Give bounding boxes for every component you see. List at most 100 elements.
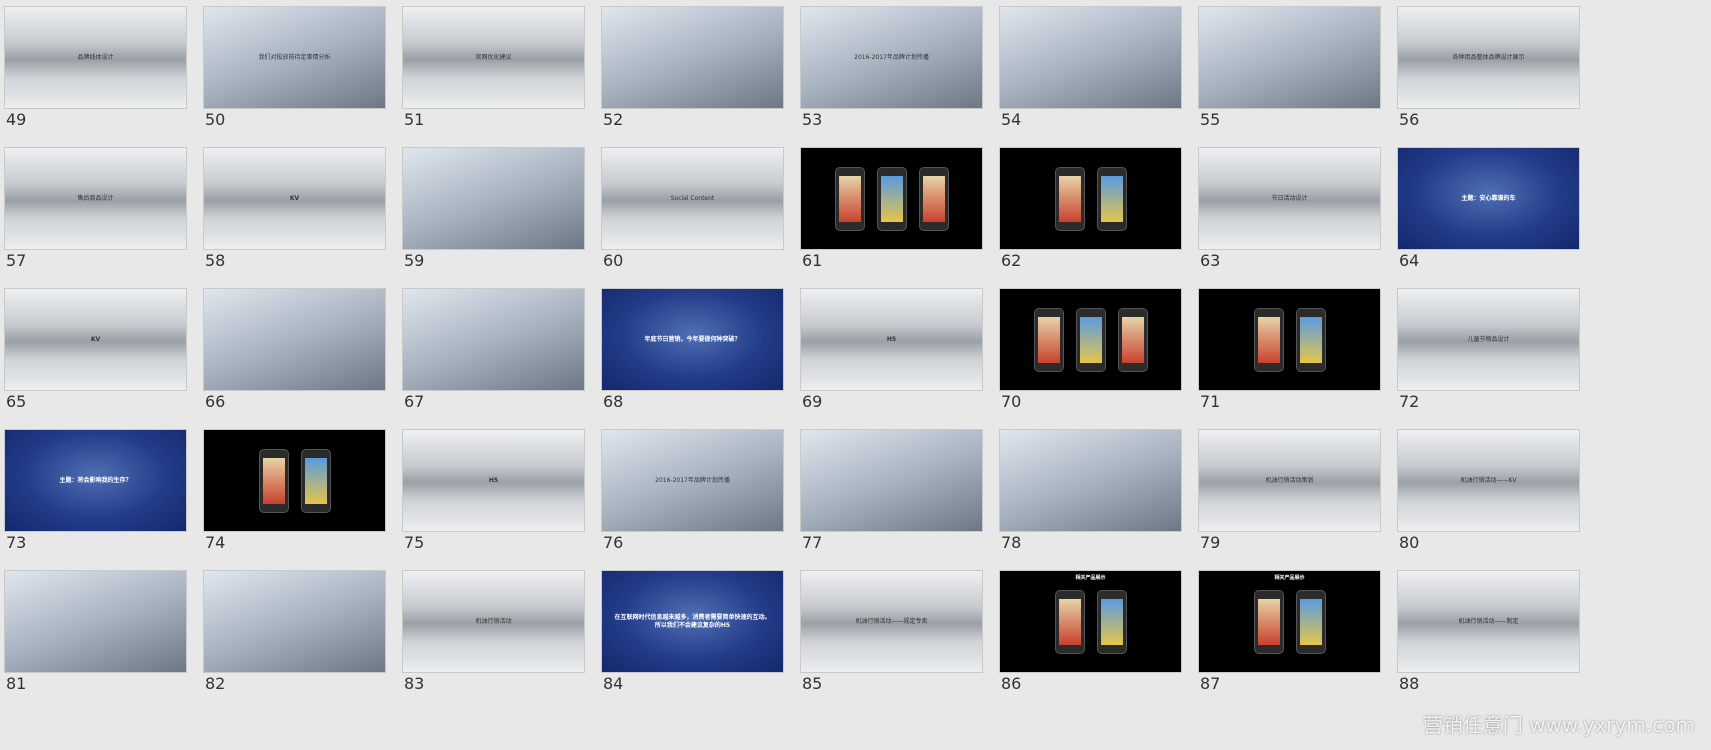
slide-preview[interactable]: H5 [801,289,982,390]
slide-preview[interactable] [1000,430,1181,531]
slide-preview[interactable]: 品牌线体设计 [5,7,186,108]
slide-thumbnail[interactable]: 2016-2017年品牌计划传播 76 [597,423,797,563]
slide-thumbnail[interactable]: 相关产品展示 86 [995,564,1195,704]
slide-number: 78 [1001,533,1022,552]
slide-thumbnail[interactable]: 62 [995,141,1195,281]
slide-thumbnail[interactable]: 66 [199,282,399,422]
slide-preview[interactable] [1000,289,1181,390]
slide-preview[interactable]: 售后商品设计 [5,148,186,249]
slide-preview[interactable] [204,289,385,390]
slide-thumbnail[interactable]: 59 [398,141,598,281]
slide-preview[interactable] [5,571,186,672]
slide-thumbnail[interactable]: 我们对投放前待定事情分析 50 [199,0,399,140]
slide-thumbnail[interactable]: 74 [199,423,399,563]
slide-thumbnail[interactable]: 节日活动设计 63 [1194,141,1394,281]
slide-title: 主题：安心靠谱的车 [1461,194,1516,202]
slide-thumbnail[interactable]: 55 [1194,0,1394,140]
slide-thumbnail[interactable]: 官网优化建议 51 [398,0,598,140]
slide-preview[interactable] [801,148,982,249]
slide-number: 49 [6,110,27,129]
slide-preview[interactable]: 各种用品整体品牌设计展示 [1398,7,1579,108]
slide-preview[interactable] [1199,289,1380,390]
slide-preview[interactable]: 年底节日营销，今年要做何种突破？ [602,289,783,390]
slide-preview[interactable]: 儿童节物品设计 [1398,289,1579,390]
slide-title: 机油行销活动策划 [1265,476,1314,484]
slide-preview[interactable]: 相关产品展示 [1199,571,1380,672]
slide-title: 2016-2017年品牌计划传播 [854,53,929,61]
slide-thumbnail[interactable]: 70 [995,282,1195,422]
slide-thumbnail[interactable]: 81 [0,564,200,704]
phone-mockup [1253,307,1284,372]
slide-preview[interactable]: 机油行销活动 [403,571,584,672]
slide-preview[interactable] [602,7,783,108]
slide-preview[interactable]: 官网优化建议 [403,7,584,108]
slide-thumbnail[interactable]: H5 69 [796,282,996,422]
slide-thumbnail[interactable]: 机油行销活动——制定 88 [1393,564,1593,704]
slide-thumbnail[interactable]: H5 75 [398,423,598,563]
slide-thumbnail[interactable]: 71 [1194,282,1394,422]
slide-preview[interactable]: KV [5,289,186,390]
slide-number: 87 [1200,674,1221,693]
slide-number: 72 [1399,392,1420,411]
slide-preview[interactable] [1199,7,1380,108]
slide-preview[interactable]: KV [204,148,385,249]
slide-thumbnail[interactable]: 机油行销活动——规定专卖 85 [796,564,996,704]
slide-preview[interactable]: 机油行销活动——KV [1398,430,1579,531]
slide-thumbnail[interactable]: 主题：安心靠谱的车 64 [1393,141,1593,281]
phone-mockup [1054,589,1085,654]
slide-preview[interactable] [801,430,982,531]
slide-title: 相关产品展示 [1075,575,1106,581]
slide-thumbnail[interactable]: 61 [796,141,996,281]
slide-preview[interactable]: H5 [403,430,584,531]
slide-number: 56 [1399,110,1420,129]
slide-thumbnail[interactable]: 52 [597,0,797,140]
slide-number: 52 [603,110,624,129]
slide-thumbnail[interactable]: 售后商品设计 57 [0,141,200,281]
slide-title: KV [289,194,300,202]
slide-preview[interactable]: 机油行销活动——制定 [1398,571,1579,672]
slide-preview[interactable] [1000,148,1181,249]
slide-thumbnail[interactable]: 77 [796,423,996,563]
slide-preview[interactable]: 相关产品展示 [1000,571,1181,672]
slide-thumbnail[interactable]: 78 [995,423,1195,563]
slide-title: 年底节日营销，今年要做何种突破？ [644,335,741,343]
slide-number: 64 [1399,251,1420,270]
slide-preview[interactable]: 我们对投放前待定事情分析 [204,7,385,108]
slide-preview[interactable] [1000,7,1181,108]
slide-thumbnail[interactable]: 相关产品展示 87 [1194,564,1394,704]
slide-preview[interactable]: 机油行销活动策划 [1199,430,1380,531]
slide-thumbnail[interactable]: 机油行销活动策划 79 [1194,423,1394,563]
slide-title: 机油行销活动——制定 [1458,617,1519,625]
slide-thumbnail[interactable]: 67 [398,282,598,422]
slide-preview[interactable] [204,571,385,672]
slide-thumbnail[interactable]: 2016-2017年品牌计划传播 53 [796,0,996,140]
slide-preview[interactable]: 2016-2017年品牌计划传播 [801,7,982,108]
slide-thumbnail[interactable]: 品牌线体设计 49 [0,0,200,140]
slide-thumbnail[interactable]: 54 [995,0,1195,140]
slide-thumbnail[interactable]: Social Content 60 [597,141,797,281]
slide-thumbnail[interactable]: 机油行销活动——KV 80 [1393,423,1593,563]
slide-preview[interactable]: 机油行销活动——规定专卖 [801,571,982,672]
slide-number: 55 [1200,110,1221,129]
slide-preview[interactable]: 主题：安心靠谱的车 [1398,148,1579,249]
slide-preview[interactable] [403,289,584,390]
slide-preview[interactable]: 2016-2017年品牌计划传播 [602,430,783,531]
slide-number: 58 [205,251,226,270]
slide-thumbnail[interactable]: 主题：将会影响我的生存？ 73 [0,423,200,563]
slide-thumbnail[interactable]: KV 65 [0,282,200,422]
slide-number: 69 [802,392,823,411]
slide-preview[interactable]: 在互联网时代信息越来越多，消费者需要简单快速的互动。所以我们不会建议复杂的H5 [602,571,783,672]
slide-thumbnail[interactable]: KV 58 [199,141,399,281]
slide-thumbnail[interactable]: 在互联网时代信息越来越多，消费者需要简单快速的互动。所以我们不会建议复杂的H5 8… [597,564,797,704]
slide-thumbnail[interactable]: 儿童节物品设计 72 [1393,282,1593,422]
slide-preview[interactable]: 主题：将会影响我的生存？ [5,430,186,531]
slide-preview[interactable]: Social Content [602,148,783,249]
slide-preview[interactable] [403,148,584,249]
slide-preview[interactable] [204,430,385,531]
slide-thumbnail[interactable]: 82 [199,564,399,704]
slide-thumbnail[interactable]: 各种用品整体品牌设计展示 56 [1393,0,1593,140]
slide-preview[interactable]: 节日活动设计 [1199,148,1380,249]
slide-thumbnail[interactable]: 机油行销活动 83 [398,564,598,704]
slide-thumbnail[interactable]: 年底节日营销，今年要做何种突破？ 68 [597,282,797,422]
slide-number: 61 [802,251,823,270]
